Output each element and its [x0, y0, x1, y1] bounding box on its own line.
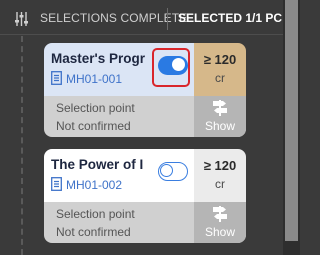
course-info[interactable]: The Power of I MH01-002 — [44, 149, 194, 202]
header-bottom-line — [0, 34, 283, 35]
course-card-footer: Selection point Not confirmed Show — [44, 96, 246, 137]
course-title: The Power of I — [51, 157, 144, 172]
credits-box: ≥ 120 cr — [194, 43, 246, 96]
signpost-icon — [213, 206, 227, 222]
course-card: The Power of I MH01-002 ≥ 120 cr Selecti… — [44, 149, 246, 243]
sliders-icon[interactable] — [15, 12, 28, 26]
credits-value: ≥ 120 — [203, 52, 237, 67]
selection-point-label: Selection point — [56, 101, 135, 115]
document-icon — [51, 71, 62, 85]
scrollbar-thumb[interactable] — [285, 0, 298, 241]
course-title: Master's Progr — [51, 51, 145, 66]
show-button[interactable]: Show — [194, 96, 246, 137]
selection-toggle[interactable] — [158, 162, 188, 181]
tree-connector-line — [21, 36, 23, 255]
selected-count-label: SELECTED 1/1 PC — [178, 11, 283, 25]
course-card-header: Master's Progr MH01-001 ≥ 120 cr — [44, 43, 246, 96]
selection-status: Not confirmed — [56, 119, 131, 133]
header-divider — [167, 8, 168, 30]
selections-complete-label: SELECTIONS COMPLETE — [40, 11, 188, 25]
show-label: Show — [204, 225, 236, 239]
signpost-icon — [213, 100, 227, 116]
course-card: Master's Progr MH01-001 ≥ 120 cr Selecti… — [44, 43, 246, 137]
credits-box: ≥ 120 cr — [194, 149, 246, 202]
course-code-link[interactable]: MH01-001 — [66, 72, 122, 86]
show-label: Show — [204, 119, 236, 133]
show-button[interactable]: Show — [194, 202, 246, 243]
credits-value: ≥ 120 — [203, 158, 237, 173]
toggle-container — [148, 149, 194, 202]
highlight-box — [152, 48, 190, 87]
credits-unit: cr — [215, 71, 225, 85]
course-info[interactable]: Master's Progr MH01-001 — [44, 43, 194, 96]
selection-point-label: Selection point — [56, 207, 135, 221]
course-card-footer: Selection point Not confirmed Show — [44, 202, 246, 243]
toggle-knob — [160, 164, 173, 177]
course-code-link[interactable]: MH01-002 — [66, 178, 122, 192]
document-icon — [51, 177, 62, 191]
toggle-container — [148, 43, 194, 96]
credits-unit: cr — [215, 177, 225, 191]
selection-status: Not confirmed — [56, 225, 131, 239]
top-bar: SELECTIONS COMPLETE SELECTED 1/1 PC — [0, 0, 300, 36]
course-card-header: The Power of I MH01-002 ≥ 120 cr — [44, 149, 246, 202]
